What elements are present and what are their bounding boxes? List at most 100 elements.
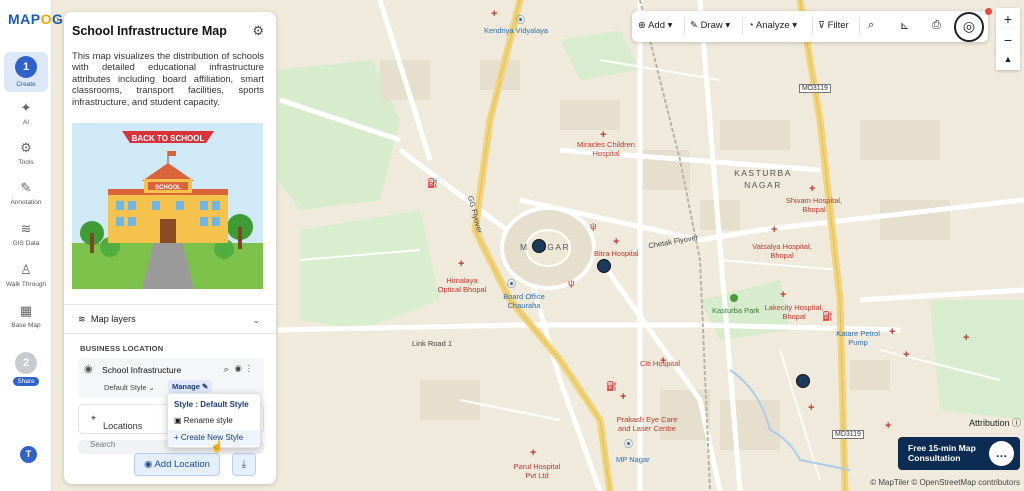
- info-icon: ⓘ: [1012, 418, 1022, 428]
- filter-button[interactable]: ⊽ Filter: [818, 20, 849, 31]
- map-layers-label: Map layers: [90, 314, 136, 324]
- svg-text:+: +: [903, 349, 909, 361]
- rail-item-gis-data[interactable]: ≋ GIS Data: [4, 221, 48, 247]
- rail-item-label: Walk Through: [5, 281, 47, 288]
- svg-text:+: +: [780, 289, 786, 301]
- map-toolbar: ⊕ Add ▾ ✎ Draw ▾ ◔ Analyze ▾ ⊽ Filter ⌕ …: [632, 11, 988, 42]
- poi-label: Kendriya Vidyalaya: [484, 26, 549, 35]
- divider: [812, 17, 813, 36]
- rail-item-label: AI: [22, 119, 30, 126]
- road-label: Link Road 1: [412, 339, 453, 348]
- manage-button[interactable]: Manage ✎: [168, 380, 213, 393]
- school-illustration: BACK TO SCHOOL SCHOOL: [72, 123, 263, 289]
- layer-actions: ⌕◉⋮: [224, 364, 256, 375]
- rail-item-annotation[interactable]: ✎ Annotation: [4, 180, 48, 206]
- add-menu-button[interactable]: ⊕ Add ▾: [638, 20, 672, 31]
- download-icon[interactable]: ⤓: [232, 453, 256, 476]
- ai-icon: ✦: [20, 100, 32, 115]
- rail-item-base-map[interactable]: ▦ Base Map: [4, 303, 48, 329]
- svg-text:⛽: ⛽: [606, 380, 617, 391]
- poi-label: Citi Hospital: [640, 359, 681, 368]
- rail-item-walk-through[interactable]: ♙ Walk Through: [4, 262, 48, 288]
- search-icon[interactable]: ⌕: [868, 19, 874, 32]
- map-copyright: © MapTiler © OpenStreetMap contributors: [870, 478, 1020, 487]
- poi-label: Parul Hospital Pvt Ltd: [513, 462, 561, 480]
- page-title: School Infrastructure Map: [72, 24, 227, 38]
- zoom-to-layer-icon[interactable]: ⌕: [224, 364, 235, 374]
- svg-text:+: +: [808, 402, 814, 414]
- mouse-pointer-icon: ☝: [210, 441, 224, 453]
- svg-text:⦿: ⦿: [516, 15, 525, 25]
- road-shield: MD3119: [799, 84, 831, 93]
- poi-label: Shivam Hospital, Bhopal: [785, 196, 843, 214]
- zoom-in-button[interactable]: +: [996, 8, 1020, 30]
- tools-icon: ⚙: [20, 140, 32, 155]
- left-rail: MAPOG 1 Create ✦ AI ⚙ Tools ✎ Annotation…: [0, 0, 63, 491]
- divider: [684, 17, 685, 36]
- basemap-icon: ▦: [19, 303, 33, 318]
- chat-icon[interactable]: …: [989, 441, 1014, 466]
- poi-label: Katare Petrol Pump: [836, 329, 880, 347]
- map-layers-toggle[interactable]: ≋ Map layers: [78, 314, 136, 325]
- poi-label: MP Nagar: [616, 455, 650, 464]
- svg-text:⛽: ⛽: [427, 177, 438, 188]
- rail-item-tools[interactable]: ⚙ Tools: [4, 140, 48, 166]
- layers-icon: ≋: [78, 314, 86, 324]
- measure-icon[interactable]: ⊾: [900, 19, 909, 32]
- draw-menu-button[interactable]: ✎ Draw ▾: [690, 20, 730, 31]
- poi-label: Prakash Eye Care and Laser Centre: [616, 415, 678, 433]
- step-two-icon: 2: [15, 352, 37, 374]
- poi-label: Vatsalya Hospital, Bhopal: [752, 242, 812, 260]
- svg-text:+: +: [963, 332, 969, 344]
- add-location-button[interactable]: ◉ Add Location: [134, 453, 220, 476]
- rename-style-item[interactable]: ▣ Rename style: [174, 416, 233, 425]
- user-avatar[interactable]: T: [20, 446, 37, 463]
- rail-item-ai[interactable]: ✦ AI: [4, 100, 48, 126]
- section-label: BUSINESS LOCATION: [80, 344, 164, 353]
- layer-name: School Infrastructure: [102, 365, 182, 375]
- divider: [859, 17, 860, 36]
- print-icon[interactable]: ⎙: [932, 19, 941, 32]
- poi-label: Kasturba Park: [712, 306, 760, 315]
- svg-text:+: +: [771, 224, 777, 236]
- rail-item-create[interactable]: 1 Create: [4, 52, 48, 92]
- school-marker[interactable]: [796, 374, 810, 388]
- poi-label: Lakecity Hospital, Bhopal: [764, 303, 824, 321]
- svg-text:+: +: [613, 236, 619, 248]
- compass-north-icon[interactable]: ▲: [996, 48, 1020, 70]
- svg-text:⦿: ⦿: [507, 279, 516, 289]
- layer-row[interactable]: ◉ School Infrastructure ⌕◉⋮ Default Styl…: [78, 358, 264, 398]
- chevron-down-icon[interactable]: ⌄: [252, 315, 260, 326]
- collapse-panel-icon[interactable]: ›: [56, 14, 59, 25]
- school-marker[interactable]: [532, 239, 546, 253]
- annotation-icon: ✎: [20, 180, 32, 195]
- locations-label: ⌖ Locations: [91, 413, 143, 431]
- svg-text:+: +: [458, 258, 464, 270]
- svg-text:+: +: [885, 420, 891, 432]
- svg-text:+: +: [620, 391, 626, 403]
- poi-label: Himalaya Optical Bhopal: [437, 276, 487, 294]
- analyze-menu-button[interactable]: ◔ Analyze ▾: [748, 20, 797, 31]
- settings-gear-icon[interactable]: ⚙: [252, 23, 264, 39]
- attribution-button[interactable]: Attribution ⓘ: [969, 416, 1021, 429]
- locate-me-icon[interactable]: ◎: [954, 12, 984, 42]
- share-label: Share: [13, 377, 39, 386]
- visibility-eye-icon[interactable]: ◉: [235, 364, 248, 374]
- rail-item-label: Tools: [18, 159, 34, 166]
- style-menu-header: Style : Default Style: [174, 400, 249, 409]
- school-marker[interactable]: [597, 259, 611, 273]
- rail-item-label: Base Map: [11, 322, 41, 329]
- map-description: This map visualizes the distribution of …: [72, 50, 264, 107]
- svg-text:+: +: [889, 326, 895, 338]
- svg-text:⦿: ⦿: [624, 439, 633, 449]
- step-one-icon: 1: [15, 56, 37, 78]
- divider: [64, 304, 276, 305]
- consultation-button[interactable]: Free 15-min Map Consultation …: [898, 437, 1020, 470]
- divider: [742, 17, 743, 36]
- rail-item-share[interactable]: 2 Share: [4, 352, 48, 386]
- poi-label: Miracles Children Hospital: [577, 140, 635, 158]
- poi-label: Board Office Chauraha: [503, 292, 545, 310]
- style-select[interactable]: Default Style ⌄: [104, 383, 155, 392]
- divider: [64, 333, 276, 334]
- more-options-icon[interactable]: ⋮: [248, 364, 256, 374]
